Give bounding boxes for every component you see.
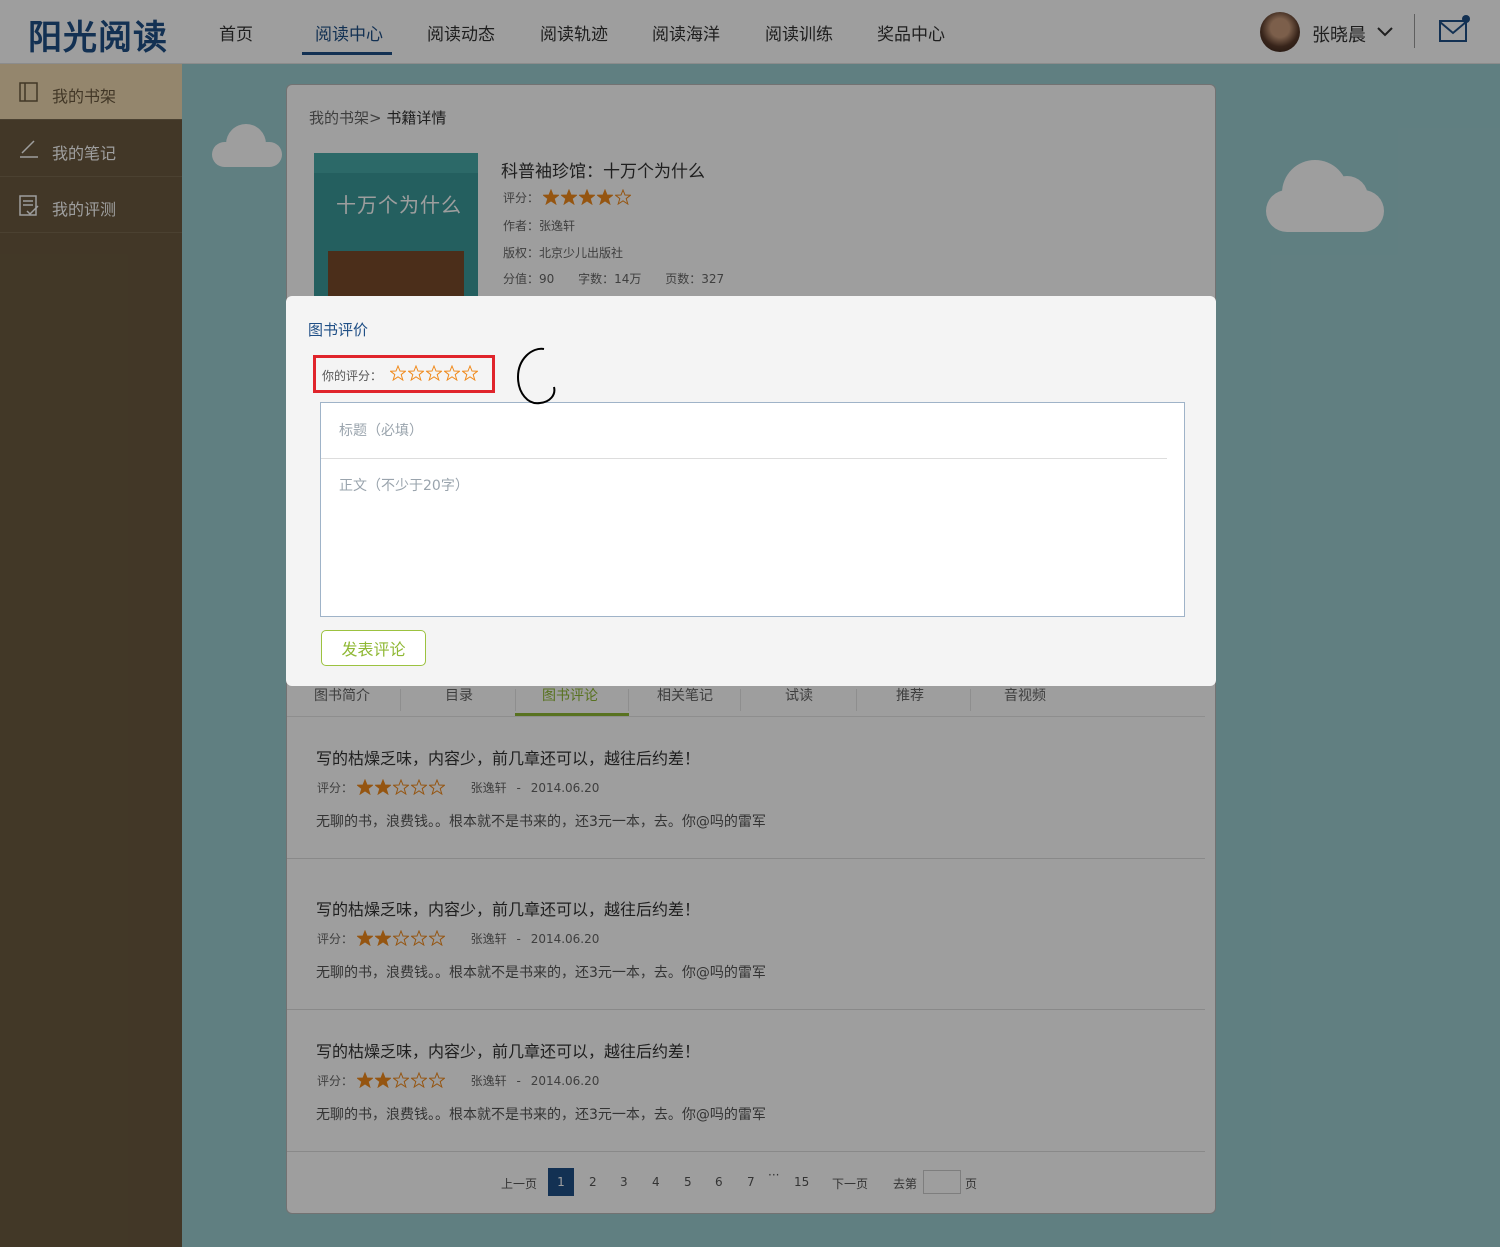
your-rating-highlight: 你的评分：	[313, 355, 495, 393]
scribble-annotation	[516, 347, 556, 405]
review-body-textarea[interactable]	[321, 461, 1184, 616]
your-rating-stars[interactable]	[389, 364, 480, 385]
star-icon[interactable]	[407, 364, 425, 382]
review-title-input[interactable]	[321, 403, 1167, 459]
your-rating-label: 你的评分：	[322, 369, 383, 383]
star-icon[interactable]	[389, 364, 407, 382]
star-icon[interactable]	[443, 364, 461, 382]
book-review-modal: 图书评价 你的评分： 发表评论	[286, 296, 1216, 686]
star-icon[interactable]	[425, 364, 443, 382]
modal-title: 图书评价	[308, 321, 369, 339]
star-icon[interactable]	[461, 364, 479, 382]
review-form	[320, 402, 1185, 617]
submit-review-button[interactable]: 发表评论	[321, 630, 426, 666]
